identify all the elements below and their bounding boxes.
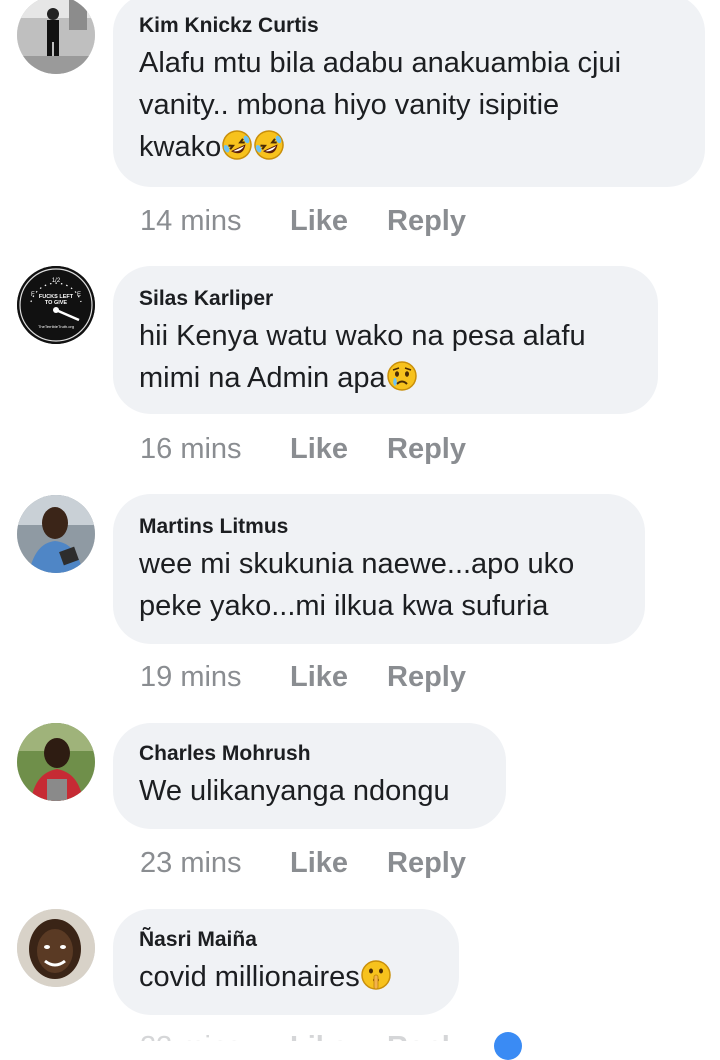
gauge-title-line: TO GIVE (45, 300, 68, 306)
comment-actions: 23 minsLikeReply (140, 1030, 466, 1041)
crying-emoji (386, 361, 417, 391)
comment-author[interactable]: Martins Litmus (139, 514, 619, 540)
comment-bubble: Silas Karliper hii Kenya watu wako na pe… (113, 266, 658, 414)
gauge-e-label: E (77, 292, 81, 298)
comment-bubble: Charles Mohrush We ulikanyanga ndongu (113, 723, 506, 829)
reply-button[interactable]: Reply (387, 846, 466, 880)
comment-author[interactable]: Kim Knickz Curtis (139, 13, 679, 39)
gauge-fraction-label: 1/2 (52, 278, 61, 284)
comment-actions: 14 mins Like Reply (140, 204, 466, 238)
rolling-laughing-emoji (254, 130, 284, 160)
avatar[interactable] (17, 909, 95, 987)
rolling-laughing-emoji (222, 130, 252, 160)
comment-text-line: covid millionaires (139, 961, 360, 993)
reply-button[interactable]: Reply (387, 660, 466, 694)
comment-timestamp: 23 mins (140, 1030, 290, 1041)
comment-actions: 19 mins Like Reply (140, 660, 466, 694)
reply-button[interactable]: Reply (387, 1030, 466, 1041)
comment-text-line: mimi na Admin apa (139, 362, 386, 394)
comment-text-line: hii Kenya watu wako na pesa alafu (139, 320, 586, 352)
comment-text-line: peke yako...mi ilkua kwa sufuria (139, 590, 549, 622)
avatar[interactable]: 1/2 F E FUCKS LEFT TO GIVE TheTerribleTr… (17, 266, 95, 344)
comment-timestamp: 19 mins (140, 661, 242, 693)
avatar[interactable] (17, 723, 95, 801)
comment-author[interactable]: Silas Karliper (139, 286, 632, 312)
comment-text-line: Alafu mtu bila adabu anakuambia cjui (139, 47, 622, 79)
reply-button[interactable]: Reply (387, 432, 466, 466)
comment-timestamp: 16 mins (140, 433, 242, 465)
gauge-site-label: TheTerribleTruth.org (38, 324, 74, 329)
comment-bubble: Martins Litmus wee mi skukunia naewe...a… (113, 494, 645, 644)
like-button[interactable]: Like (290, 660, 387, 694)
reaction-count-badge[interactable] (494, 1032, 522, 1060)
comment-author[interactable]: Charles Mohrush (139, 741, 480, 767)
like-button[interactable]: Like (290, 204, 387, 238)
comment-timestamp: 14 mins (140, 205, 242, 237)
comment-bubble: Kim Knickz Curtis Alafu mtu bila adabu a… (113, 0, 705, 187)
reply-button[interactable]: Reply (387, 204, 466, 238)
gauge-f-label: F (31, 292, 35, 298)
like-button[interactable]: Like (290, 432, 387, 466)
comment-bubble: Ñasri Maiña covid millionaires (113, 909, 459, 1015)
avatar[interactable] (17, 0, 95, 74)
comment-actions: 16 mins Like Reply (140, 432, 466, 466)
avatar[interactable] (17, 495, 95, 573)
comment-text-line: We ulikanyanga ndongu (139, 775, 450, 807)
comment-author[interactable]: Ñasri Maiña (139, 927, 433, 953)
like-button[interactable]: Like (290, 846, 387, 880)
comment-text-line: kwako (139, 131, 222, 163)
shushing-face-emoji (361, 960, 391, 990)
comment-text-line: wee mi skukunia naewe...apo uko (139, 548, 575, 580)
like-button[interactable]: Like (290, 1030, 387, 1041)
comment-actions: 23 mins LikeReply (140, 846, 466, 880)
comment-timestamp: 23 mins (140, 847, 242, 879)
comment-text-line: vanity.. mbona hiyo vanity isipitie (139, 89, 560, 121)
